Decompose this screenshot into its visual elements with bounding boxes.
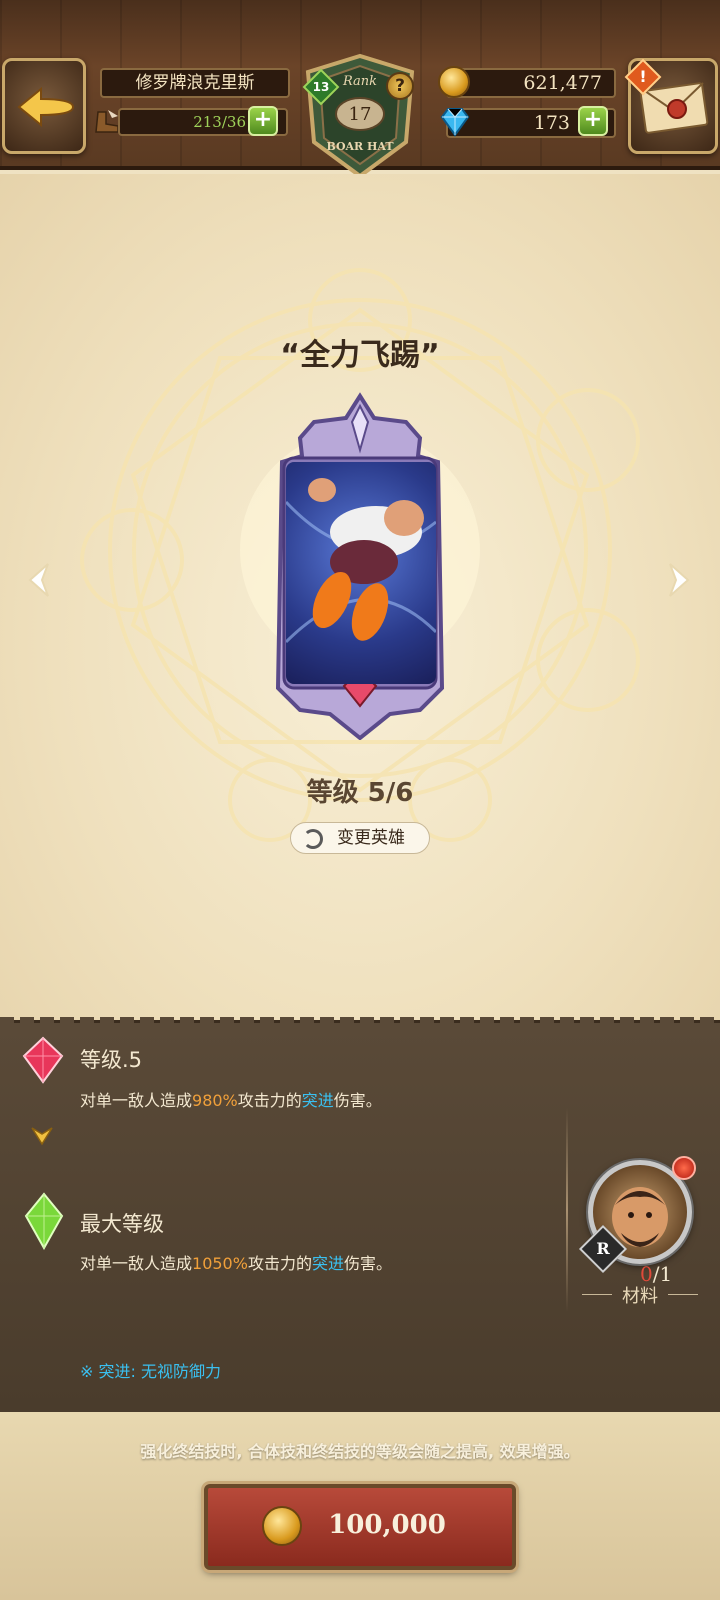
current-damage-percent: 980%	[192, 1091, 238, 1110]
current-desc-suffix: 伤害。	[333, 1091, 382, 1110]
chevron-down-icon	[31, 1127, 53, 1146]
gem-icon	[440, 108, 470, 137]
max-level-heading: 最大等级	[80, 1212, 164, 1236]
hero-kick-illustration	[286, 478, 436, 644]
current-desc-mid: 攻击力的	[237, 1091, 302, 1110]
upgrade-info-text: 强化终结技时, 合体技和终结技的等级会随之提高, 效果增强。	[140, 1442, 580, 1461]
gold-coin-icon	[438, 66, 470, 98]
max-desc-prefix: 对单一敌人造成	[80, 1254, 193, 1273]
mail-alert-mark: !	[639, 67, 647, 86]
rarity-letter: R	[596, 1239, 610, 1258]
chevron-left-icon	[28, 563, 49, 597]
max-desc-suffix: 伤害。	[343, 1254, 392, 1273]
gold-value: 621,477	[446, 68, 616, 98]
upgrade-cost: 100,000	[328, 1510, 446, 1540]
help-icon[interactable]: ?	[386, 72, 414, 100]
rank-level-value: 13	[312, 80, 330, 94]
skill-card-artwork	[286, 462, 436, 684]
current-desc-prefix: 对单一敌人造成	[80, 1091, 193, 1110]
add-stamina-button[interactable]: +	[248, 106, 278, 136]
panel-torn-edge	[0, 1017, 720, 1025]
max-damage-type: 突进	[311, 1254, 344, 1273]
swap-icon	[303, 829, 323, 849]
max-desc-mid: 攻击力的	[247, 1254, 312, 1273]
back-button[interactable]	[2, 58, 86, 154]
rank-subtitle: BOAR HAT	[326, 140, 394, 153]
max-damage-percent: 1050%	[192, 1254, 248, 1273]
panel-divider	[566, 1108, 568, 1312]
material-notification-badge	[672, 1156, 696, 1180]
green-gem-icon	[24, 1192, 64, 1250]
rank-value: 17	[348, 104, 372, 125]
max-level-description: 对单一敌人造成1050%攻击力的突进伤害。	[80, 1250, 392, 1274]
material-label: 材料	[580, 1282, 700, 1308]
add-gems-button[interactable]: +	[578, 106, 608, 136]
skill-note: ※ 突进: 无视防御力	[80, 1362, 221, 1381]
chevron-right-icon	[669, 563, 690, 597]
change-hero-label: 变更英雄	[337, 828, 405, 848]
skill-title: “全力飞踢”	[280, 338, 440, 373]
current-damage-type: 突进	[301, 1091, 334, 1110]
previous-skill-button[interactable]	[24, 560, 54, 600]
gold-coin-icon	[262, 1506, 302, 1546]
back-arrow-icon	[17, 86, 75, 128]
rank-label: Rank	[342, 74, 378, 89]
current-level-heading: 等级.5	[80, 1048, 143, 1072]
red-gem-icon	[22, 1036, 64, 1084]
change-hero-button[interactable]: 变更英雄	[290, 822, 430, 854]
skill-level: 等级 5/6	[306, 778, 414, 808]
player-name: 修罗牌浪克里斯	[100, 68, 290, 98]
current-level-description: 对单一敌人造成980%攻击力的突进伤害。	[80, 1087, 382, 1111]
next-skill-button[interactable]	[664, 560, 694, 600]
